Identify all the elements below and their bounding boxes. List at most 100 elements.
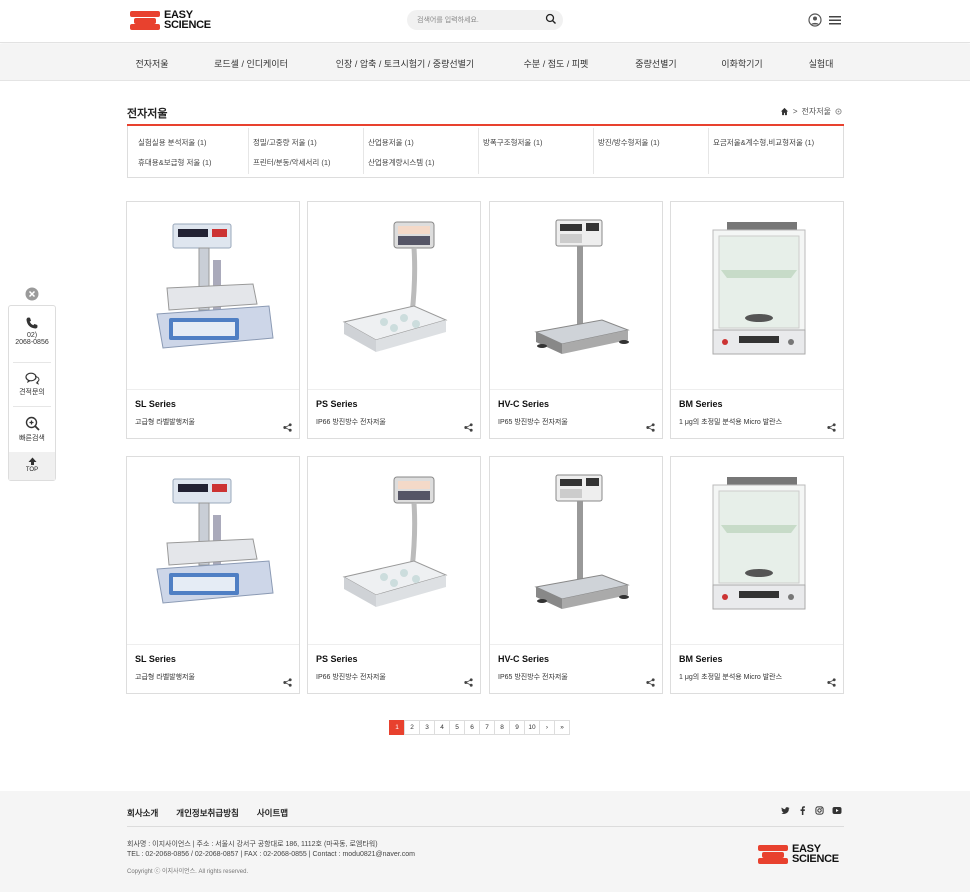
product-desc: 고급형 라벨발행저울 [135,674,195,681]
product-image[interactable] [127,202,299,390]
category-link[interactable]: 실험실용 분석저울 (1) [138,137,207,148]
zoom-search-icon [25,416,40,431]
scroll-top-button[interactable]: TOP [9,452,55,480]
page-button[interactable]: 8 [494,720,510,735]
phone-line2: 2068-0856 [15,339,49,346]
product-card[interactable]: SL Series 고급형 라벨발행저울 [126,201,300,439]
nav-item-lab-equipment[interactable]: 이화학기기 [721,57,762,70]
page-button[interactable]: 3 [419,720,435,735]
product-card[interactable]: HV-C Series IP65 방진방수 전자저울 [489,456,663,694]
share-icon[interactable] [646,678,655,687]
product-card[interactable]: PS Series IP66 방진방수 전자저울 [307,201,481,439]
footer-link-about[interactable]: 회사소개 [127,807,158,819]
page-button[interactable]: 5 [449,720,465,735]
next-page-button[interactable]: › [539,720,555,735]
page-button[interactable]: 9 [509,720,525,735]
page-button[interactable]: 10 [524,720,540,735]
last-page-button[interactable]: » [554,720,570,735]
nav-item-loadcell[interactable]: 로드셀 / 인디케이터 [214,57,288,70]
product-title[interactable]: SL Series [135,399,176,409]
micro-balance-icon [687,473,827,628]
product-title[interactable]: PS Series [316,399,358,409]
product-image[interactable] [127,457,299,645]
breadcrumb: > 전자저울 [780,106,842,117]
product-card[interactable]: HV-C Series IP65 방진방수 전자저울 [489,201,663,439]
share-icon[interactable] [464,678,473,687]
share-icon[interactable] [646,423,655,432]
product-image[interactable] [671,202,843,390]
product-desc: IP66 방진방수 전자저울 [316,419,386,426]
category-link[interactable]: 휴대용&보급형 저울 (1) [138,157,212,168]
page-button[interactable]: 2 [404,720,420,735]
nav-item-lab-bench[interactable]: 실험대 [809,57,834,70]
category-link[interactable]: 정밀/고중량 저울 (1) [253,137,317,148]
logo-line2: SCIENCE [164,19,211,31]
breadcrumb-current[interactable]: 전자저울 [802,106,831,117]
product-image[interactable] [490,457,662,645]
footer-logo[interactable]: EASY SCIENCE [758,844,839,865]
nav-item-moisture[interactable]: 수분 / 점도 / 피펫 [524,57,589,70]
product-card[interactable]: SL Series 고급형 라벨발행저울 [126,456,300,694]
share-icon[interactable] [827,423,836,432]
footer-link-privacy[interactable]: 개인정보취급방침 [176,807,239,819]
product-image[interactable] [308,457,480,645]
product-title[interactable]: SL Series [135,654,176,664]
home-icon[interactable] [780,107,789,116]
category-link[interactable]: 산업용계량시스템 (1) [368,157,434,168]
hamburger-menu-icon[interactable] [828,13,842,27]
instagram-icon[interactable] [815,806,824,815]
product-desc: IP65 방진방수 전자저울 [498,674,568,681]
arrow-up-icon [28,457,36,465]
category-link[interactable]: 프린터/분동/악세서리 (1) [253,157,331,168]
nav-item-testers[interactable]: 인장 / 압축 / 토크시험기 / 중량선별기 [336,57,474,70]
product-card[interactable]: BM Series 1 μg의 초정밀 분석용 Micro 발란스 [670,201,844,439]
product-image[interactable] [308,202,480,390]
nav-item-balances[interactable]: 전자저울 [135,57,168,70]
page-button[interactable]: 1 [389,720,405,735]
label-scale-icon [143,218,283,373]
user-account-icon[interactable] [808,13,822,27]
share-icon[interactable] [283,423,292,432]
page-button[interactable]: 4 [434,720,450,735]
sidebar-phone[interactable]: 02) 2068-0856 [9,316,55,346]
category-link[interactable]: 요금저울&계수형,비교형저울 (1) [713,137,814,148]
site-logo[interactable]: EASY SCIENCE [130,10,211,31]
product-title[interactable]: PS Series [316,654,358,664]
nav-item-checkweigher[interactable]: 중량선별기 [635,57,676,70]
search-input[interactable] [417,13,537,27]
product-title[interactable]: HV-C Series [498,654,549,664]
page-button[interactable]: 7 [479,720,495,735]
footer-link-sitemap[interactable]: 사이트맵 [257,807,288,819]
sidebar-quote[interactable]: 견적문의 [9,372,55,397]
product-desc: 1 μg의 초정밀 분석용 Micro 발란스 [679,419,783,426]
close-icon[interactable] [25,287,39,301]
page-title: 전자저울 [127,108,168,120]
youtube-icon[interactable] [832,806,842,815]
search-icon[interactable] [545,13,557,25]
footer-contact-info: TEL : 02-2068-0856 / 02-2068-0857 | FAX … [127,851,415,858]
page-button[interactable]: 6 [464,720,480,735]
product-image[interactable] [490,202,662,390]
footer-copyright: Copyright ⓒ 이지사이언스. All rights reserved. [127,869,249,875]
category-link[interactable]: 산업용저울 (1) [368,137,414,148]
site-footer: 회사소개 개인정보취급방침 사이트맵 회사명 : 이지사이언스 | 주소 : 서… [0,791,970,892]
share-icon[interactable] [283,678,292,687]
top-bar: EASY SCIENCE [0,0,970,43]
product-title[interactable]: BM Series [679,399,723,409]
sidebar-quick-search[interactable]: 빠른검색 [9,416,55,443]
share-icon[interactable] [827,678,836,687]
product-card[interactable]: BM Series 1 μg의 초정밀 분석용 Micro 발란스 [670,456,844,694]
product-title[interactable]: BM Series [679,654,723,664]
facebook-icon[interactable] [798,806,807,815]
product-image[interactable] [671,457,843,645]
settings-icon[interactable] [835,108,842,115]
pagination: 1 2 3 4 5 6 7 8 9 10 ›» [389,720,570,735]
category-box: 실험실용 분석저울 (1) 정밀/고중량 저울 (1) 산업용저울 (1) 방폭… [127,126,844,178]
product-card[interactable]: PS Series IP66 방진방수 전자저울 [307,456,481,694]
twitter-icon[interactable] [781,806,790,815]
product-title[interactable]: HV-C Series [498,399,549,409]
share-icon[interactable] [464,423,473,432]
category-link[interactable]: 방진/방수형저울 (1) [598,137,660,148]
category-link[interactable]: 방폭구조형저울 (1) [483,137,543,148]
product-desc: 1 μg의 초정밀 분석용 Micro 발란스 [679,674,783,681]
